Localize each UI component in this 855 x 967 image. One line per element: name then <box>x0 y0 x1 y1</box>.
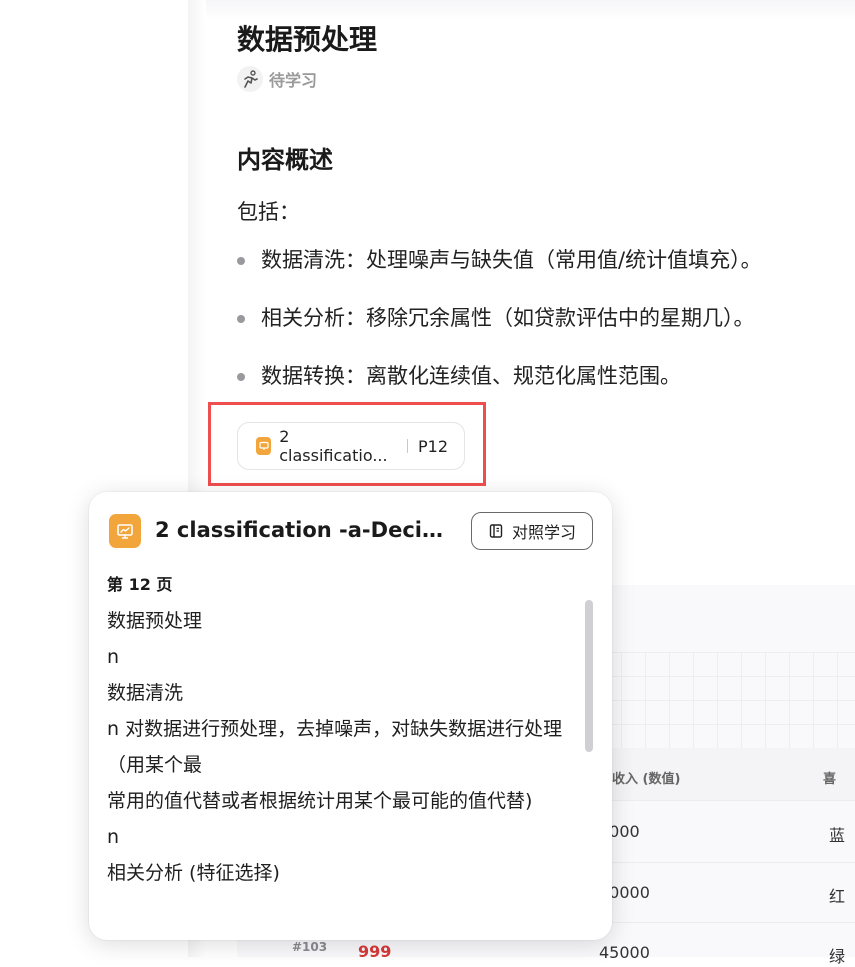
table-cell: 绿 <box>829 947 846 966</box>
content-line: 数据预处理 <box>107 610 203 632</box>
compare-study-button[interactable]: 对照学习 <box>471 512 593 550</box>
table-cell: 45000 <box>599 943 650 962</box>
popup-content[interactable]: 数据预处理 n 数据清洗 n 对数据进行预处理，去掉噪声，对缺失数据进行处理（用… <box>107 603 577 923</box>
row-divider <box>587 800 855 801</box>
table-cell: 蓝 <box>829 826 846 845</box>
popup-file-title: 2 classification -a-Decisio... <box>155 518 455 542</box>
popup-scrollbar[interactable] <box>585 600 593 752</box>
status-label: 待学习 <box>269 71 318 90</box>
table-header-income: 收入 (数值) <box>612 772 681 787</box>
page-title: 数据预处理 <box>237 23 378 56</box>
bullet-list: 数据清洗：处理噪声与缺失值（常用值/统计值填充）。 相关分析：移除冗余属性（如贷… <box>237 246 855 420</box>
content-line: 常用的值代替或者根据统计用某个最可能的值代替) <box>107 790 533 812</box>
table-cell: 红 <box>829 887 846 906</box>
compare-study-label: 对照学习 <box>511 525 576 542</box>
page-number-label: 第 12 页 <box>107 575 173 594</box>
content-line: n <box>107 826 120 848</box>
row-divider <box>587 922 855 923</box>
content-line: n 对数据进行预处理，去掉噪声，对缺失数据进行处理（用某个最 <box>107 718 563 776</box>
citation-preview-popup: 2 classification -a-Decisio... 对照学习 第 12… <box>89 492 612 940</box>
top-fade <box>206 0 855 20</box>
book-icon <box>489 524 503 538</box>
content-line: n <box>107 646 120 668</box>
runner-icon <box>237 66 263 92</box>
content-line: 数据清洗 <box>107 682 184 704</box>
status-badge[interactable]: 待学习 <box>237 66 317 92</box>
highlight-box <box>208 402 486 486</box>
row-divider <box>587 862 855 863</box>
bullet-item: 相关分析：移除冗余属性（如贷款评估中的星期几）。 <box>237 304 855 362</box>
row-id: #103 <box>292 940 328 954</box>
intro-text: 包括： <box>237 200 300 224</box>
section-title: 内容概述 <box>237 146 333 174</box>
table-header-color: 喜 <box>823 772 837 787</box>
table-cell-highlight: 999 <box>358 942 392 961</box>
content-line: 相关分析 (特征选择) <box>107 862 280 884</box>
slides-file-icon <box>109 514 141 548</box>
bullet-item: 数据清洗：处理噪声与缺失值（常用值/统计值填充）。 <box>237 246 855 304</box>
